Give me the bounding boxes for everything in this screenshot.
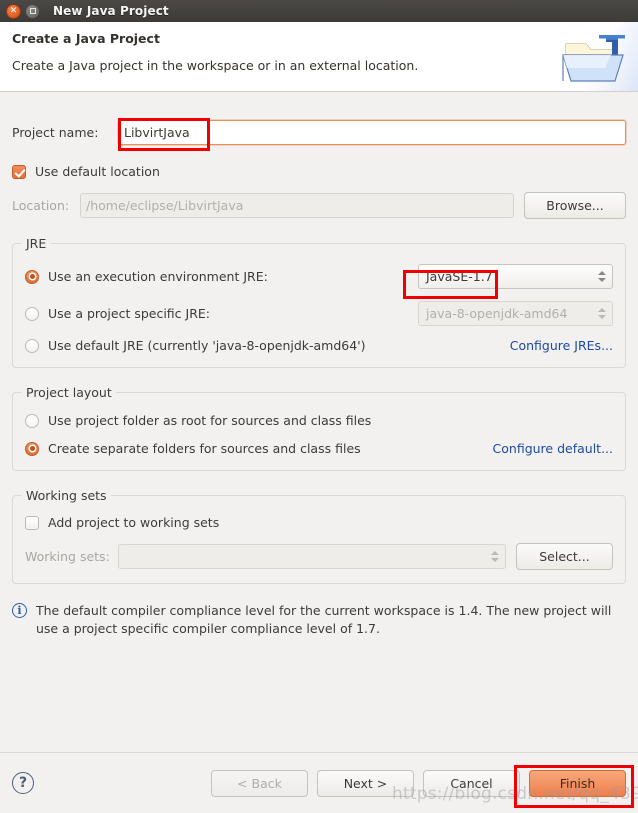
project-specific-jre-combo[interactable]: java-8-openjdk-amd64 xyxy=(418,301,613,326)
browse-button[interactable]: Browse... xyxy=(524,192,626,219)
watermark: https://blog.csdn.net/qq_43971504 xyxy=(392,784,638,804)
chevron-updown-icon[interactable] xyxy=(485,545,505,568)
use-default-location-row[interactable]: Use default location xyxy=(12,164,626,179)
project-specific-jre-value: java-8-openjdk-amd64 xyxy=(426,306,568,321)
working-sets-combo[interactable] xyxy=(118,544,506,569)
project-layout-group: Project layout Use project folder as roo… xyxy=(12,385,626,471)
window-title: New Java Project xyxy=(53,4,169,18)
back-button[interactable]: < Back xyxy=(211,769,308,797)
layout-option-project-folder[interactable]: Use project folder as root for sources a… xyxy=(25,413,613,428)
location-input[interactable]: /home/eclipse/LibvirtJava xyxy=(80,193,514,218)
info-message-text: The default compiler compliance level fo… xyxy=(36,603,612,636)
configure-jres-link[interactable]: Configure JREs... xyxy=(510,338,613,353)
jre-option-execution-environment[interactable]: Use an execution environment JRE: JavaSE… xyxy=(25,264,613,289)
layout-project-folder-radio[interactable] xyxy=(25,413,39,428)
close-icon[interactable]: ✕ xyxy=(6,3,21,19)
jre-execution-environment-radio[interactable] xyxy=(25,269,39,284)
jre-option-project-specific[interactable]: Use a project specific JRE: java-8-openj… xyxy=(25,301,613,326)
working-sets-group-title: Working sets xyxy=(22,488,111,503)
wizard-body: Project name: LibvirtJava Use default lo… xyxy=(0,92,638,752)
chevron-updown-icon[interactable] xyxy=(592,265,612,288)
layout-separate-folders-radio[interactable] xyxy=(25,441,39,456)
jre-default-radio[interactable] xyxy=(25,338,39,353)
project-layout-group-title: Project layout xyxy=(22,385,116,400)
layout-option-separate-folders[interactable]: Create separate folders for sources and … xyxy=(25,441,613,456)
add-to-working-sets-label: Add project to working sets xyxy=(48,515,220,530)
select-working-sets-button[interactable]: Select... xyxy=(516,543,613,570)
jre-option-default[interactable]: Use default JRE (currently 'java-8-openj… xyxy=(25,338,613,353)
project-name-input[interactable]: LibvirtJava xyxy=(118,120,626,145)
location-label: Location: xyxy=(12,198,70,213)
configure-default-link[interactable]: Configure default... xyxy=(493,441,613,456)
add-to-working-sets-checkbox[interactable] xyxy=(25,515,39,530)
use-default-location-checkbox[interactable] xyxy=(12,164,26,179)
use-default-location-label: Use default location xyxy=(35,164,160,179)
working-sets-group: Working sets Add project to working sets… xyxy=(12,488,626,584)
jre-project-specific-label: Use a project specific JRE: xyxy=(48,306,210,321)
maximize-icon[interactable] xyxy=(25,3,40,19)
jre-group-title: JRE xyxy=(22,236,51,251)
layout-project-folder-label: Use project folder as root for sources a… xyxy=(48,413,372,428)
window-titlebar: ✕ New Java Project xyxy=(0,0,638,22)
info-icon: i xyxy=(12,603,27,618)
info-message: i The default compiler compliance level … xyxy=(12,602,626,638)
chevron-updown-icon[interactable] xyxy=(592,302,612,325)
jre-execution-environment-label: Use an execution environment JRE: xyxy=(48,269,268,284)
project-name-row: Project name: LibvirtJava xyxy=(12,120,626,145)
execution-environment-value: JavaSE-1.7 xyxy=(426,269,493,284)
java-project-folder-icon xyxy=(546,22,638,91)
working-sets-label: Working sets: xyxy=(25,549,110,564)
jre-group: JRE Use an execution environment JRE: Ja… xyxy=(12,236,626,368)
help-icon[interactable]: ? xyxy=(12,772,34,794)
wizard-header: Create a Java Project Create a Java proj… xyxy=(0,22,638,92)
location-row: Location: /home/eclipse/LibvirtJava Brow… xyxy=(12,192,626,219)
page-title: Create a Java Project xyxy=(12,31,160,46)
page-description: Create a Java project in the workspace o… xyxy=(12,58,419,73)
project-name-label: Project name: xyxy=(12,125,99,140)
execution-environment-combo[interactable]: JavaSE-1.7 xyxy=(418,264,613,289)
layout-separate-folders-label: Create separate folders for sources and … xyxy=(48,441,361,456)
jre-default-label: Use default JRE (currently 'java-8-openj… xyxy=(48,338,366,353)
working-sets-row: Working sets: Select... xyxy=(25,543,613,570)
jre-project-specific-radio[interactable] xyxy=(25,306,39,321)
add-to-working-sets-row[interactable]: Add project to working sets xyxy=(25,515,613,530)
